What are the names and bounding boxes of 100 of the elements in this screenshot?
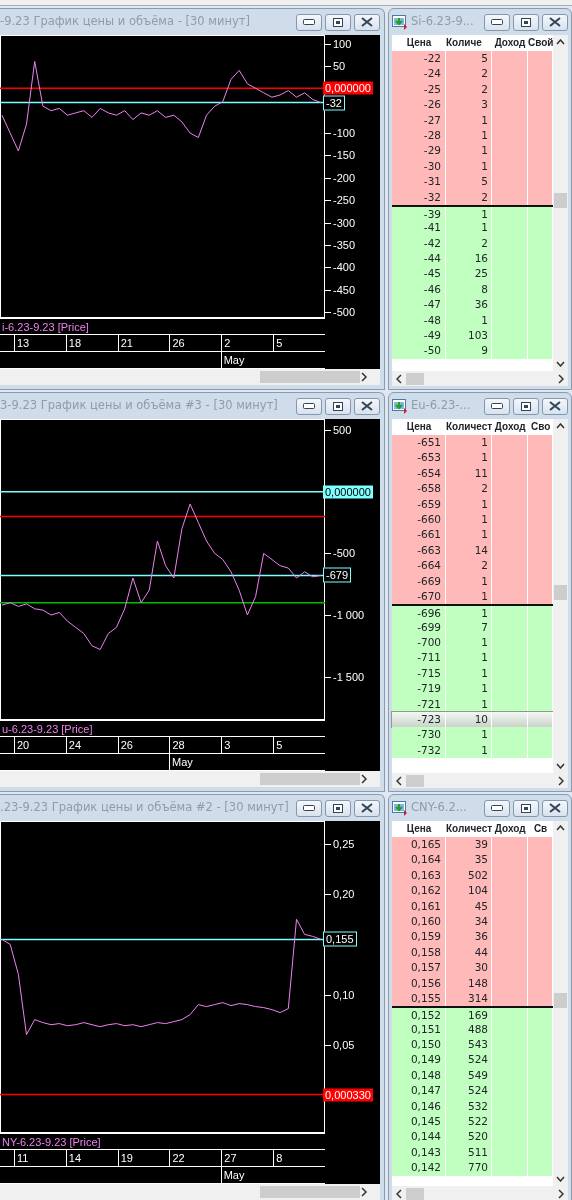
order-book-row[interactable]: -651 1	[392, 435, 553, 451]
close-button[interactable]	[354, 397, 380, 415]
column-header[interactable]: Доход	[492, 419, 529, 435]
minimize-button[interactable]	[484, 13, 510, 31]
order-book-row[interactable]: 0,165 39	[392, 837, 553, 853]
column-header[interactable]: Свой	[528, 35, 554, 51]
order-book-row[interactable]: -661 1	[392, 527, 553, 543]
order-book-row[interactable]: 0,144 520	[392, 1129, 553, 1145]
order-book-row[interactable]: 0,157 30	[392, 960, 553, 976]
restore-button[interactable]	[513, 397, 539, 415]
scroll-thumb[interactable]	[406, 372, 424, 385]
restore-button[interactable]	[325, 13, 351, 31]
order-book-row[interactable]: -664 2	[392, 558, 553, 574]
order-book-row[interactable]: -50 9	[392, 343, 553, 359]
horizontal-scrollbar[interactable]	[0, 369, 380, 385]
order-book-row[interactable]: -730 1	[392, 727, 553, 743]
order-book-row[interactable]: -31 5	[392, 174, 553, 190]
order-book-row[interactable]: 0,164 35	[392, 852, 553, 868]
quantity-cell: 1	[446, 496, 492, 512]
order-book-row[interactable]: -49 103	[392, 328, 553, 344]
close-button[interactable]	[542, 799, 568, 817]
chevron-right-icon[interactable]	[360, 774, 368, 784]
price-cell: -41	[392, 220, 446, 236]
order-book-row[interactable]: -723 10	[392, 712, 553, 728]
restore-button[interactable]	[325, 799, 351, 817]
order-book-row[interactable]: 0,150 543	[392, 1037, 553, 1053]
chevron-up-icon[interactable]	[556, 825, 565, 831]
chevron-down-icon[interactable]	[556, 361, 565, 367]
minimize-button[interactable]	[484, 799, 510, 817]
chevron-right-icon[interactable]	[360, 1187, 368, 1197]
order-book-row[interactable]: -700 1	[392, 635, 553, 651]
minimize-button[interactable]	[296, 799, 322, 817]
order-book-row[interactable]: -24 2	[392, 66, 553, 82]
order-book-row[interactable]: -711 1	[392, 650, 553, 666]
minimize-button[interactable]	[296, 397, 322, 415]
chevron-left-icon[interactable]	[396, 373, 402, 384]
order-book-row[interactable]: -41 1	[392, 220, 553, 236]
chevron-left-icon[interactable]	[396, 1188, 402, 1199]
order-book-row[interactable]: -47 36	[392, 297, 553, 313]
chevron-right-icon[interactable]	[558, 775, 564, 786]
order-book-row[interactable]: 0,142 770	[392, 1160, 553, 1176]
column-header[interactable]: Количе	[446, 35, 492, 51]
scroll-thumb[interactable]	[554, 585, 567, 601]
chevron-down-icon[interactable]	[556, 763, 565, 769]
vertical-scrollbar[interactable]	[553, 35, 568, 371]
scroll-thumb[interactable]	[260, 773, 360, 785]
chevron-down-icon[interactable]	[556, 1176, 565, 1182]
chevron-right-icon[interactable]	[558, 1188, 564, 1199]
order-book-row[interactable]: -26 3	[392, 97, 553, 113]
order-book-row[interactable]: -653 1	[392, 450, 553, 466]
column-header[interactable]: Св	[528, 821, 553, 837]
scroll-thumb[interactable]	[260, 1186, 360, 1198]
chevron-right-icon[interactable]	[558, 373, 564, 384]
order-book-row[interactable]: 0,159 36	[392, 929, 553, 945]
scroll-thumb[interactable]	[260, 371, 360, 383]
scroll-thumb[interactable]	[554, 192, 567, 208]
chevron-up-icon[interactable]	[556, 423, 565, 429]
close-button[interactable]	[542, 13, 568, 31]
column-header[interactable]: Цена	[392, 821, 446, 837]
horizontal-scrollbar[interactable]	[392, 1186, 568, 1200]
column-header[interactable]: Доход	[492, 35, 528, 51]
horizontal-scrollbar[interactable]	[392, 371, 568, 386]
restore-button[interactable]	[513, 799, 539, 817]
horizontal-scrollbar[interactable]	[0, 771, 380, 787]
order-book-row[interactable]: -44 16	[392, 251, 553, 267]
horizontal-scrollbar[interactable]	[0, 1184, 380, 1200]
column-header[interactable]: Цена	[392, 419, 446, 435]
scroll-thumb[interactable]	[406, 1187, 424, 1200]
order-book-row[interactable]: -45 25	[392, 266, 553, 282]
column-header[interactable]: Количест	[446, 419, 493, 435]
order-book-row[interactable]: 0,152 169	[392, 1006, 553, 1022]
chevron-right-icon[interactable]	[360, 372, 368, 382]
column-header[interactable]: Доход	[492, 821, 529, 837]
close-button[interactable]	[542, 397, 568, 415]
axis-label: -300	[333, 217, 356, 229]
column-header[interactable]: Количест	[446, 821, 493, 837]
scroll-thumb[interactable]	[406, 774, 424, 787]
restore-button[interactable]	[513, 13, 539, 31]
order-book-row[interactable]: 0,147 524	[392, 1083, 553, 1099]
vertical-scrollbar[interactable]	[553, 419, 568, 773]
chevron-left-icon[interactable]	[396, 775, 402, 786]
order-book-row[interactable]: 0,145 522	[392, 1114, 553, 1130]
order-book-row[interactable]: 0,162 104	[392, 883, 553, 899]
close-button[interactable]	[354, 13, 380, 31]
order-book-row[interactable]: -29 1	[392, 143, 553, 159]
restore-button[interactable]	[325, 397, 351, 415]
column-header[interactable]: Цена	[392, 35, 446, 51]
order-book-row[interactable]: -22 5	[392, 51, 553, 67]
order-book-row[interactable]: -696 1	[392, 604, 553, 620]
order-book-row[interactable]: 0,149 524	[392, 1052, 553, 1068]
horizontal-scrollbar[interactable]	[392, 773, 568, 788]
scroll-thumb[interactable]	[554, 992, 567, 1008]
vertical-scrollbar[interactable]	[553, 821, 568, 1186]
minimize-button[interactable]	[484, 397, 510, 415]
close-button[interactable]	[354, 799, 380, 817]
minimize-button[interactable]	[296, 13, 322, 31]
order-book-row[interactable]: -658 2	[392, 481, 553, 497]
chevron-up-icon[interactable]	[556, 39, 565, 45]
order-book-row[interactable]: -719 1	[392, 681, 553, 697]
column-header[interactable]: Сво	[528, 419, 553, 435]
